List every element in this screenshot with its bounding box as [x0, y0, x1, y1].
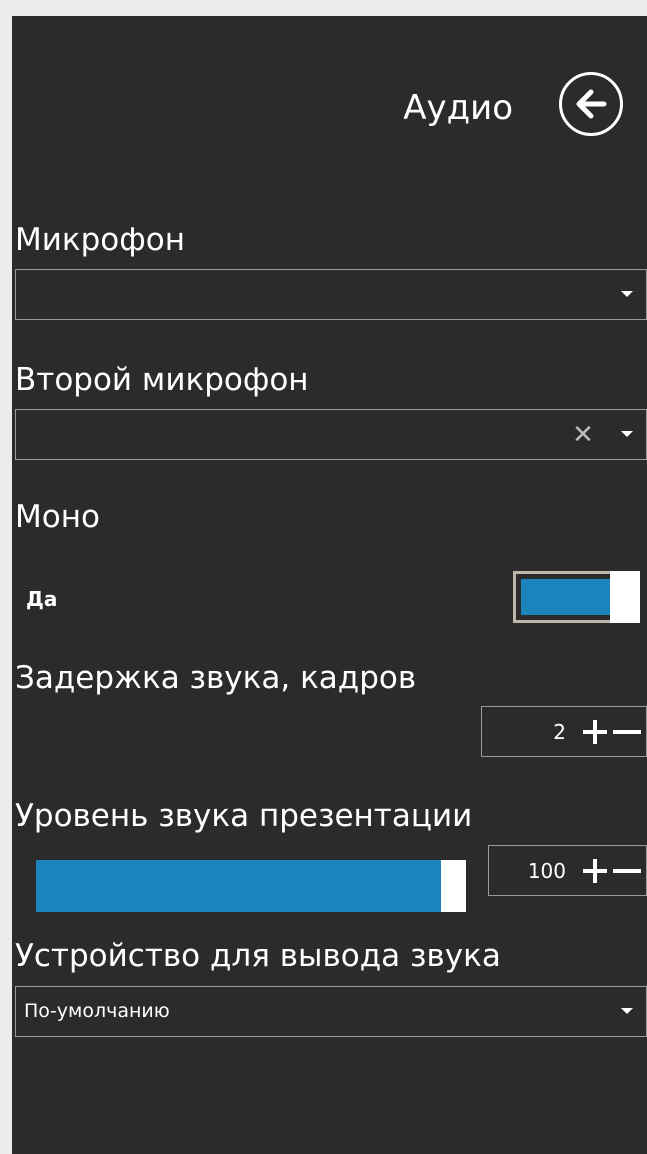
presentation-volume-value[interactable]: 100 [528, 859, 566, 883]
slider-knob[interactable] [441, 860, 466, 912]
presentation-volume-slider[interactable] [36, 860, 466, 912]
page-title: Аудио [403, 88, 513, 128]
increment-icon[interactable] [580, 717, 610, 747]
output-device-value: По-умолчанию [24, 1000, 170, 1022]
arrow-left-icon [576, 89, 607, 119]
audio-settings-panel: Аудио Микрофон Второй микрофон ✕ Моно Да… [12, 16, 647, 1154]
decrement-icon[interactable] [612, 717, 642, 747]
presentation-volume-stepper: 100 [488, 845, 647, 896]
output-device-dropdown[interactable]: По-умолчанию [15, 986, 647, 1037]
mono-toggle[interactable] [513, 571, 640, 623]
toggle-knob[interactable] [610, 571, 640, 623]
chevron-down-icon [621, 291, 633, 297]
clear-icon[interactable]: ✕ [568, 420, 598, 450]
increment-icon[interactable] [580, 856, 610, 886]
decrement-icon[interactable] [612, 856, 642, 886]
second-microphone-label: Второй микрофон [15, 362, 309, 398]
mono-label: Моно [15, 499, 100, 535]
chevron-down-icon [621, 1008, 633, 1014]
back-button[interactable] [559, 72, 623, 136]
audio-delay-stepper: 2 [481, 706, 647, 757]
presentation-volume-label: Уровень звука презентации [15, 798, 473, 834]
output-device-label: Устройство для вывода звука [15, 938, 501, 974]
audio-delay-value[interactable]: 2 [553, 720, 566, 744]
second-microphone-dropdown[interactable]: ✕ [15, 409, 647, 460]
microphone-label: Микрофон [15, 222, 186, 258]
mono-value: Да [26, 587, 58, 611]
chevron-down-icon [621, 431, 633, 437]
microphone-dropdown[interactable] [15, 269, 647, 320]
audio-delay-label: Задержка звука, кадров [15, 660, 417, 696]
toggle-track-fill [521, 579, 611, 615]
